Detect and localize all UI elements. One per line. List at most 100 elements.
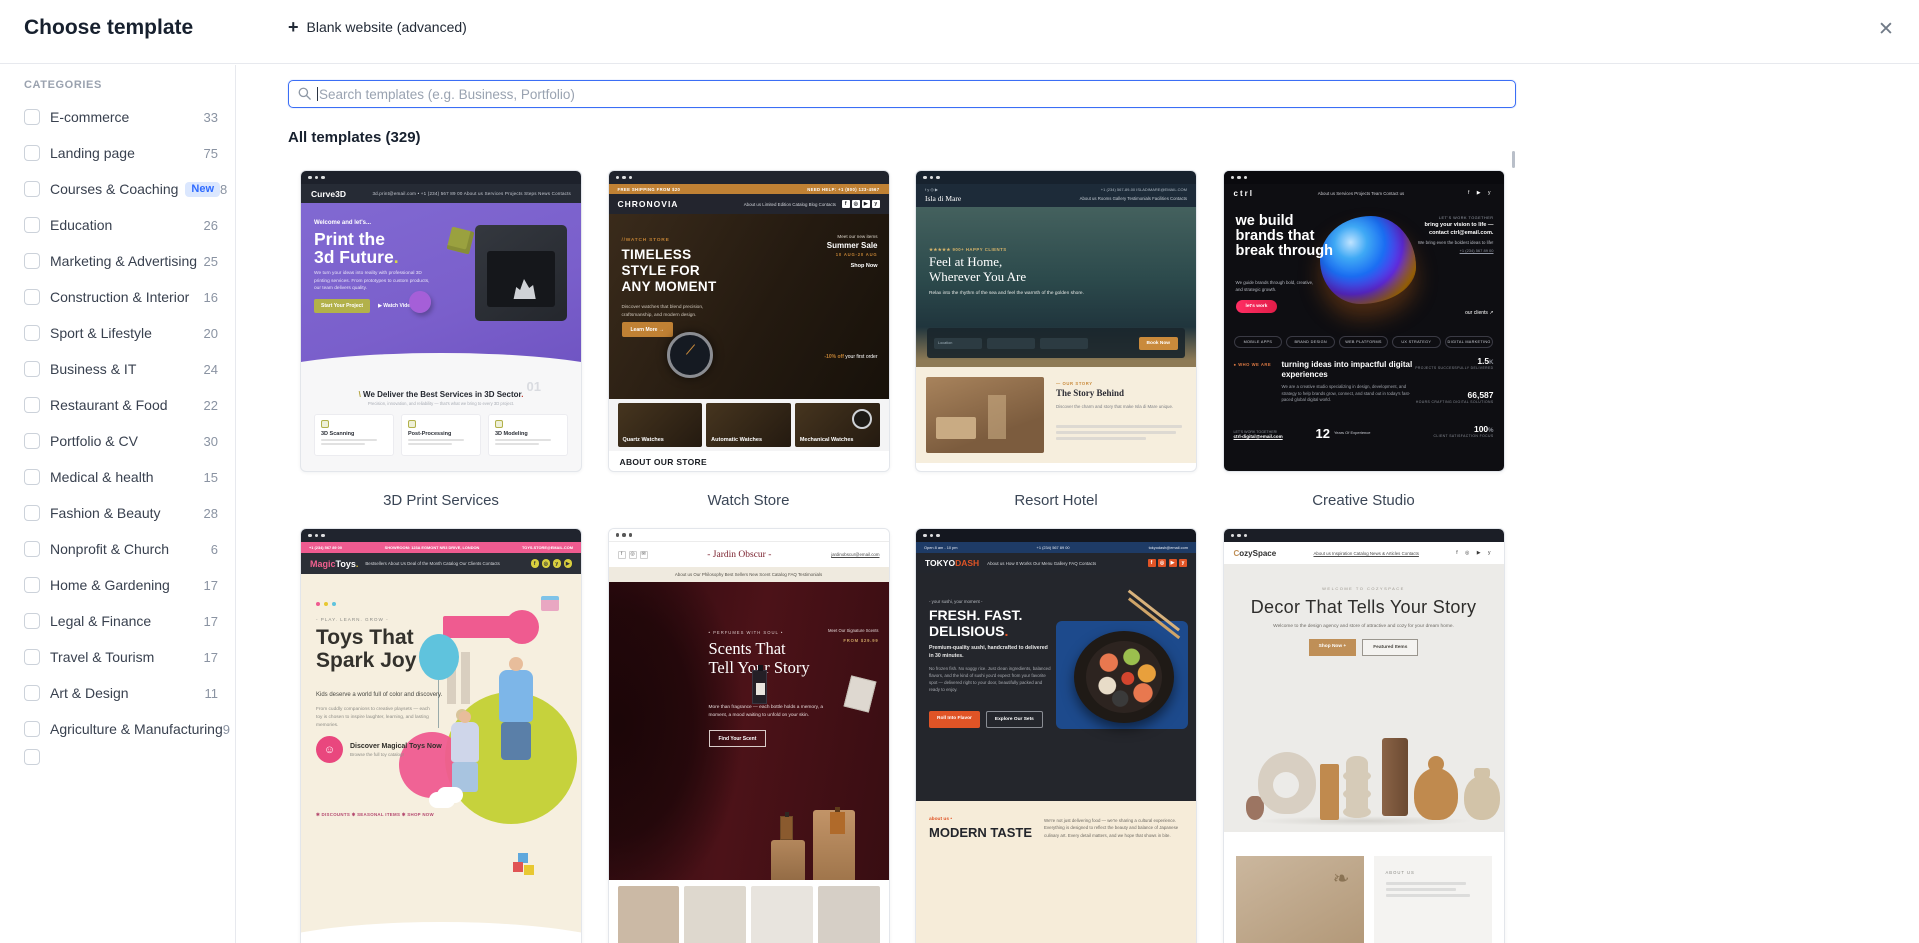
- mini-about-section: ● WHO WE ARE turning ideas into impactfu…: [1224, 348, 1504, 460]
- sidebar-item-e-commerce[interactable]: E-commerce 33: [24, 99, 220, 135]
- category-checkbox[interactable]: [24, 109, 40, 125]
- sidebar-item-courses-coaching[interactable]: Courses & Coaching New 8: [24, 171, 227, 207]
- mini-contact: jardinobscur@email.com: [831, 552, 880, 557]
- category-checkbox[interactable]: [24, 289, 40, 305]
- mini-nav-links: About us Services Projects Team Contact …: [1317, 190, 1405, 196]
- mini-paragraph: Discover watches that blend precision, c…: [621, 305, 704, 318]
- close-icon[interactable]: ✕: [1871, 14, 1901, 44]
- mini-heading: TIMELESS STYLE FOR ANY MOMENT: [621, 247, 717, 294]
- sidebar-item-portfolio-cv[interactable]: Portfolio & CV 30: [24, 423, 220, 459]
- category-checkbox[interactable]: [24, 721, 40, 737]
- category-count: 16: [203, 289, 218, 305]
- category-checkbox[interactable]: [24, 649, 40, 665]
- sidebar-item-education[interactable]: Education 26: [24, 207, 220, 243]
- mini-nav: f y ◎ ▶ +1 (234) 567-89-00 ISLADIMARE@EM…: [916, 184, 1196, 207]
- template-card-3d-print-services[interactable]: Curve3D 3d.print@email.com • +1 (234) 56…: [300, 170, 582, 472]
- category-checkbox[interactable]: [24, 541, 40, 557]
- scrollbar-thumb[interactable]: [1512, 151, 1515, 168]
- mini-heading: Feel at Home, Wherever You Are: [929, 254, 1027, 284]
- mini-discover-block: ☺ Discover Magical Toys Now Browse the f…: [316, 736, 442, 763]
- all-templates-heading: All templates (329): [288, 129, 421, 146]
- mini-subheading: Kids deserve a world full of color and d…: [316, 692, 443, 698]
- template-card-toy-store[interactable]: +1 (234) 567 89 00 SHOWROOM: 123A EGMONT …: [300, 528, 582, 943]
- categories-sidebar: CATEGORIES E-commerce 33 Landing page 75 Cou…: [0, 65, 236, 943]
- mini-secondary-button: Explore Our Sets: [985, 711, 1043, 728]
- mini-cta-button: Roll Into Flavor: [929, 711, 980, 728]
- category-checkbox[interactable]: [24, 613, 40, 629]
- blank-website-button[interactable]: + Blank website (advanced): [288, 18, 467, 36]
- mini-hero: ★★★★★ 900+ HAPPY CLIENTS Feel at Home, Wh…: [916, 207, 1196, 367]
- category-count: 28: [203, 505, 218, 521]
- category-count: 17: [203, 577, 218, 593]
- category-checkbox[interactable]: [24, 433, 40, 449]
- category-count: 22: [203, 397, 218, 413]
- template-card-perfume-store[interactable]: f ◎ ✉ - Jardin Obscur - jardinobscur@email…: [607, 528, 890, 943]
- gift-icon: [541, 596, 559, 611]
- template-card-sushi-restaurant[interactable]: Open 8 am - 10 pm +1 (234) 567 89 00 tokyo…: [915, 528, 1197, 943]
- sidebar-item-travel-tourism[interactable]: Travel & Tourism 17: [24, 639, 220, 675]
- template-card-resort-hotel[interactable]: f y ◎ ▶ +1 (234) 567-89-00 ISLADIMARE@EM…: [915, 170, 1197, 472]
- category-checkbox[interactable]: [24, 685, 40, 701]
- category-checkbox[interactable]: [24, 469, 40, 485]
- mini-nav: ctrl About us Services Projects Team Con…: [1224, 184, 1504, 202]
- template-cell: Curve3D 3d.print@email.com • +1 (234) 56…: [300, 170, 582, 528]
- mini-years-stat: 12 Years Of Experience: [1315, 426, 1371, 441]
- template-card-home-decor[interactable]: CozySpace About us Inspiration Catalog N…: [1222, 528, 1505, 943]
- template-card-watch-store[interactable]: FREE SHIPPING FROM $20 NEED HELP: +1 (800…: [607, 170, 890, 472]
- social-icons: f ◎ ▶ y: [1456, 550, 1494, 556]
- mini-eyebrow: - your sushi, your moment -: [929, 599, 983, 604]
- sidebar-item-agriculture-manufacturing[interactable]: Agriculture & Manufacturing 9: [24, 711, 230, 747]
- sidebar-item-medical-health[interactable]: Medical & health 15: [24, 459, 220, 495]
- sidebar-item-marketing-advertising[interactable]: Marketing & Advertising 25: [24, 243, 220, 279]
- sidebar-item-art-design[interactable]: Art & Design 11: [24, 675, 220, 711]
- sidebar-item-home-gardening[interactable]: Home & Gardening 17: [24, 567, 220, 603]
- category-checkbox[interactable]: [24, 145, 40, 161]
- category-checkbox[interactable]: [24, 253, 40, 269]
- product-thumb: [751, 886, 813, 943]
- product-thumb: [617, 886, 680, 943]
- template-cell: f y ◎ ▶ +1 (234) 567-89-00 ISLADIMARE@EM…: [915, 170, 1197, 528]
- watch-image: [666, 332, 713, 378]
- category-checkbox[interactable]: [24, 749, 40, 765]
- wave-divider: [301, 922, 581, 943]
- sidebar-item-nonprofit-church[interactable]: Nonprofit & Church 6: [24, 531, 220, 567]
- mini-paragraph: We turn your ideas into reality with pro…: [314, 271, 430, 292]
- sidebar-item-sport-lifestyle[interactable]: Sport & Lifestyle 20: [24, 315, 220, 351]
- mini-paragraph: From cuddly companions to creative plays…: [316, 707, 430, 728]
- mini-footer-contact: LET'S WORK TOGETHER! ctrl-digital@email.…: [1233, 430, 1283, 439]
- template-card-creative-studio[interactable]: ctrl About us Services Projects Team Con…: [1222, 170, 1505, 472]
- sidebar-item-legal-finance[interactable]: Legal & Finance 17: [24, 603, 220, 639]
- sidebar-item-landing-page[interactable]: Landing page 75: [24, 135, 220, 171]
- browser-dots-icon: [916, 171, 1196, 184]
- perfume-bottle-image: [751, 665, 767, 704]
- sidebar-item-restaurant-food[interactable]: Restaurant & Food 22: [24, 387, 220, 423]
- product-thumb: [817, 886, 880, 943]
- search-input[interactable]: [288, 80, 1516, 108]
- category-checkbox[interactable]: [24, 397, 40, 413]
- mini-promo-bar: FREE SHIPPING FROM $20 NEED HELP: +1 (800…: [608, 184, 889, 194]
- category-checkbox[interactable]: [24, 181, 40, 197]
- girl-image: [451, 711, 479, 792]
- mini-nav: MagicToys. Bestsellers About Us Deal of …: [301, 553, 581, 574]
- category-checkbox[interactable]: [24, 505, 40, 521]
- category-checkbox[interactable]: [24, 577, 40, 593]
- mini-note: Precision, innovation, and reliability —…: [367, 401, 515, 406]
- text-caret: [317, 87, 318, 101]
- category-count: 15: [203, 469, 218, 485]
- sidebar-item-business-it[interactable]: Business & IT 24: [24, 351, 220, 387]
- search-icon: [298, 87, 311, 100]
- category-checkbox[interactable]: [24, 325, 40, 341]
- category-checkbox[interactable]: [24, 361, 40, 377]
- sidebar-item-fashion-beauty[interactable]: Fashion & Beauty 28: [24, 495, 220, 531]
- category-count: 17: [203, 613, 218, 629]
- category-label: Portfolio & CV: [50, 433, 138, 449]
- category-list: E-commerce 33 Landing page 75 Courses & Coac…: [24, 99, 235, 747]
- sidebar-item-partial[interactable]: [24, 747, 220, 767]
- category-checkbox[interactable]: [24, 217, 40, 233]
- sidebar-item-construction-interior[interactable]: Construction & Interior 16: [24, 279, 220, 315]
- podium-shape: [770, 840, 805, 880]
- mini-topbar: Open 8 am - 10 pm +1 (234) 567 89 00 tokyo…: [916, 542, 1196, 553]
- cloud-shape: [429, 792, 455, 808]
- template-gallery: All templates (329) Curve3D 3d.print@ema…: [236, 65, 1919, 943]
- mini-promo-text: Meet Our Signature Scents: [827, 628, 879, 633]
